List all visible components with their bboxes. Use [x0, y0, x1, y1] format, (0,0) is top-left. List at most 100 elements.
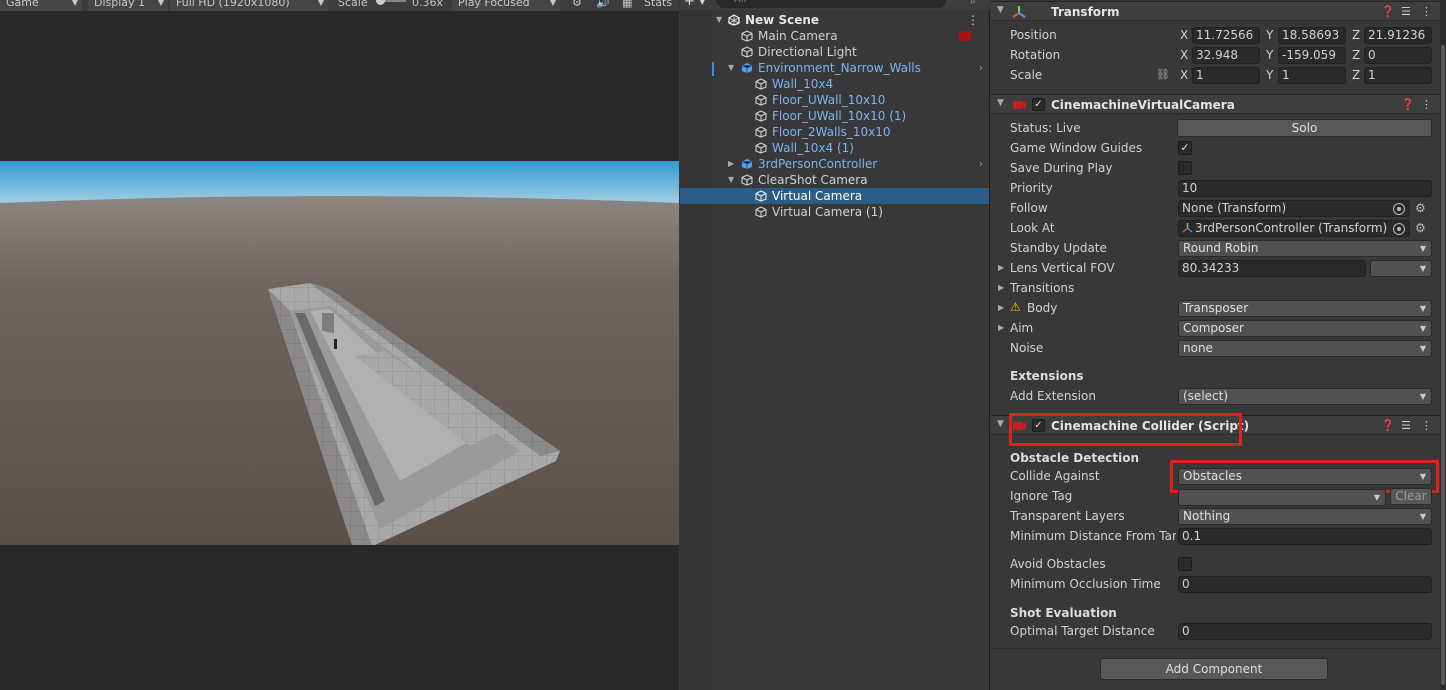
inspector-scrollbar-thumb[interactable]: [1441, 45, 1445, 685]
gameobject-icon: [755, 94, 767, 106]
ignore-tag-clear-button[interactable]: Clear: [1390, 488, 1432, 505]
help-icon[interactable]: ❓: [1401, 98, 1415, 111]
item-label: Virtual Camera: [772, 189, 863, 203]
solo-button[interactable]: Solo: [1177, 119, 1432, 137]
add-extension-dropdown[interactable]: (select) ▼: [1178, 388, 1432, 405]
follow-field[interactable]: None (Transform): [1178, 200, 1410, 217]
presets-icon[interactable]: ☰: [1401, 419, 1411, 432]
ignore-tag-dropdown[interactable]: ▼: [1178, 489, 1386, 506]
standby-update-dropdown[interactable]: Round Robin ▼: [1178, 240, 1432, 257]
save-during-play-checkbox[interactable]: [1178, 161, 1192, 175]
hierarchy-scene-row[interactable]: ▼ New Scene ⋮: [680, 12, 989, 28]
fold-arrow-icon[interactable]: ▼: [997, 5, 1004, 15]
vcam-enabled-checkbox[interactable]: ✓: [1032, 98, 1045, 111]
game-viewport[interactable]: [0, 161, 679, 545]
fold-arrow-icon[interactable]: ▶: [998, 259, 1004, 277]
hierarchy-item-floor-2walls[interactable]: Floor_2Walls_10x10: [680, 124, 989, 140]
scene-menu-icon[interactable]: ⋮: [967, 12, 979, 28]
hierarchy-search-input[interactable]: All: [716, 0, 946, 8]
hierarchy-item-wall[interactable]: Wall_10x4: [680, 76, 989, 92]
scale-slider-handle[interactable]: [376, 0, 385, 5]
gear-icon[interactable]: ⚙: [1415, 221, 1426, 235]
lens-fov-label: Lens Vertical FOV: [1010, 261, 1115, 275]
hierarchy-item-virtual-camera[interactable]: Virtual Camera: [680, 188, 989, 204]
grid-icon[interactable]: ▦: [616, 0, 638, 11]
position-y-field[interactable]: 18.58693: [1278, 27, 1346, 44]
rotation-x-field[interactable]: 32.948: [1192, 47, 1260, 64]
lens-preset-dropdown[interactable]: ▼: [1370, 260, 1432, 277]
help-icon[interactable]: ❓: [1381, 419, 1395, 432]
chevron-down-icon: ▼: [1419, 304, 1426, 313]
constrain-proportions-icon[interactable]: ⛓: [1156, 68, 1170, 81]
scale-y-field[interactable]: 1: [1278, 67, 1346, 84]
position-x-field[interactable]: 11.72566: [1192, 27, 1260, 44]
play-mode-label: Play Focused: [458, 0, 530, 9]
hierarchy-item-environment[interactable]: ▼ Environment_Narrow_Walls ›: [680, 60, 989, 76]
position-z-field[interactable]: 21.91236: [1364, 27, 1432, 44]
hierarchy-item-virtual-camera-1[interactable]: Virtual Camera (1): [680, 204, 989, 220]
rotation-z-field[interactable]: 0: [1364, 47, 1432, 64]
object-picker-icon[interactable]: [1393, 223, 1405, 235]
object-picker-icon[interactable]: [1393, 203, 1405, 215]
transparent-layers-dropdown[interactable]: Nothing ▼: [1178, 508, 1432, 525]
stats-toggle[interactable]: Stats: [638, 0, 678, 11]
rotation-y-field[interactable]: -159.059: [1278, 47, 1346, 64]
fold-arrow-icon[interactable]: ▶: [998, 279, 1004, 297]
fold-arrow-icon[interactable]: ▼: [997, 419, 1004, 429]
hierarchy-item-wall-1[interactable]: Wall_10x4 (1): [680, 140, 989, 156]
noise-dropdown[interactable]: none ▼: [1178, 340, 1432, 357]
standby-update-label: Standby Update: [1010, 241, 1107, 255]
hierarchy-item-floor-uwall-1[interactable]: Floor_UWall_10x10 (1): [680, 108, 989, 124]
cinemachine-icon: [1012, 98, 1026, 111]
min-occlusion-field[interactable]: 0: [1178, 576, 1432, 593]
optimal-distance-field[interactable]: 0: [1178, 623, 1432, 640]
hierarchy-item-floor-uwall[interactable]: Floor_UWall_10x10: [680, 92, 989, 108]
hierarchy-item-directional-light[interactable]: Directional Light: [680, 44, 989, 60]
follow-label: Follow: [1010, 201, 1048, 215]
scale-z-field[interactable]: 1: [1364, 67, 1432, 84]
add-object-button[interactable]: + ▾: [684, 0, 706, 9]
hierarchy-lock-icon[interactable]: ⌕: [970, 0, 976, 7]
presets-icon[interactable]: ☰: [1401, 5, 1411, 18]
look-at-field[interactable]: 3rdPersonController (Transform): [1178, 220, 1410, 237]
y-label: Y: [1266, 48, 1274, 62]
min-distance-field[interactable]: 0.1: [1178, 528, 1432, 545]
audio-icon[interactable]: 🔊: [590, 0, 616, 11]
transform-header[interactable]: ▼ Transform ❓ ☰ ⋮: [991, 1, 1440, 21]
item-label: Directional Light: [758, 45, 857, 59]
vcam-header[interactable]: ▼ ✓ CinemachineVirtualCamera ❓ ⋮: [991, 94, 1440, 114]
open-prefab-icon[interactable]: ›: [979, 156, 983, 172]
fold-arrow-icon[interactable]: ▶: [998, 299, 1004, 317]
view-dropdown[interactable]: Game ▼: [0, 0, 82, 11]
open-prefab-icon[interactable]: ›: [979, 60, 983, 76]
game-window-guides-checkbox[interactable]: ✓: [1178, 141, 1192, 155]
z-label: Z: [1352, 48, 1361, 62]
chevron-down-icon: ▼: [1419, 344, 1426, 353]
item-label: 3rdPersonController: [758, 157, 878, 171]
fold-arrow-icon[interactable]: ▼: [997, 98, 1004, 108]
component-menu-icon[interactable]: ⋮: [1421, 98, 1432, 111]
add-component-button[interactable]: Add Component: [1100, 658, 1328, 680]
display-dropdown[interactable]: Display 1 ▼: [88, 0, 168, 11]
priority-field[interactable]: 10: [1178, 180, 1432, 197]
play-mode-dropdown[interactable]: Play Focused ▼: [452, 0, 560, 11]
lens-fov-field[interactable]: 80.34233: [1178, 260, 1366, 277]
scale-x-field[interactable]: 1: [1192, 67, 1260, 84]
aim-dropdown[interactable]: Composer ▼: [1178, 320, 1432, 337]
hierarchy-item-clearshot-camera[interactable]: ▼ ClearShot Camera: [680, 172, 989, 188]
x-label: X: [1180, 68, 1189, 82]
gear-icon[interactable]: ⚙: [1415, 201, 1426, 215]
hierarchy-item-3rd-person-controller[interactable]: ▶ 3rdPersonController ›: [680, 156, 989, 172]
hierarchy-item-main-camera[interactable]: Main Camera: [680, 28, 989, 44]
ignore-tag-label: Ignore Tag: [1010, 489, 1073, 503]
help-icon[interactable]: ❓: [1381, 5, 1395, 18]
component-menu-icon[interactable]: ⋮: [1421, 5, 1432, 18]
gizmo-icon[interactable]: ⚙: [566, 0, 588, 11]
avoid-obstacles-checkbox[interactable]: [1178, 557, 1192, 571]
body-dropdown[interactable]: Transposer ▼: [1178, 300, 1432, 317]
divider: [991, 648, 1440, 649]
component-menu-icon[interactable]: ⋮: [1421, 419, 1432, 432]
fold-arrow-icon[interactable]: ▶: [998, 319, 1004, 337]
resolution-dropdown[interactable]: Full HD (1920x1080) ▼: [170, 0, 328, 11]
scale-label: Scale: [338, 0, 368, 9]
